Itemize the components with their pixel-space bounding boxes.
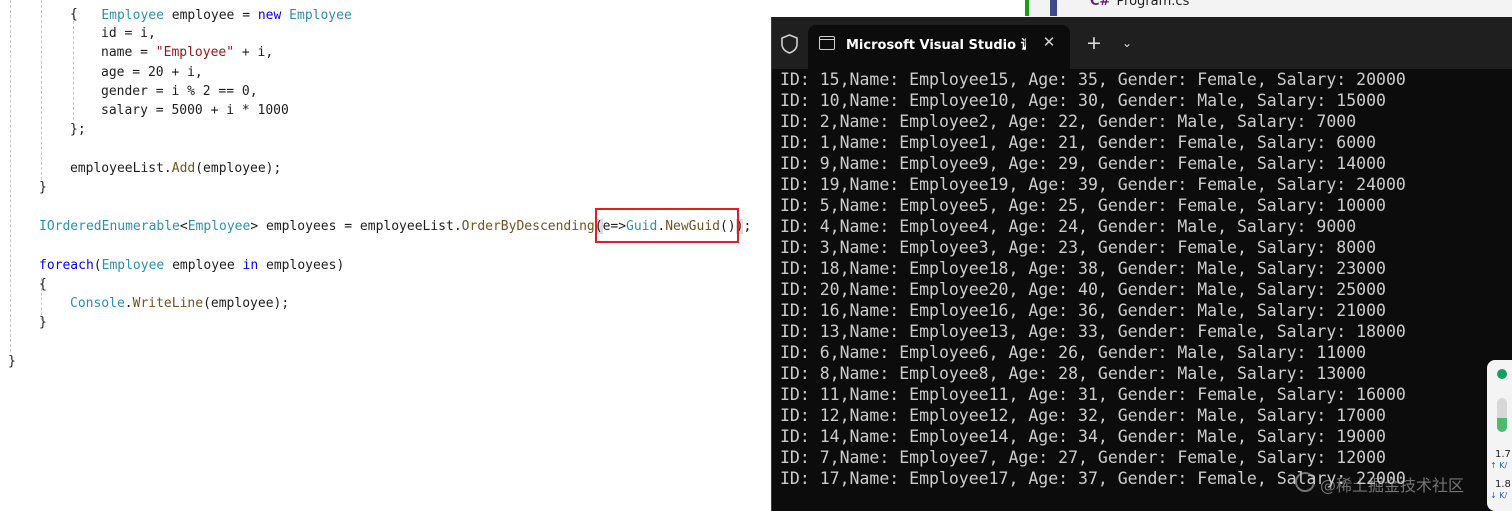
- code-token: IOrderedEnumerable: [39, 219, 180, 234]
- console-line: ID: 2,Name: Employee2, Age: 22, Gender: …: [780, 112, 1357, 131]
- code-token: "Employee": [155, 45, 235, 60]
- code-line-age: age = 20 + i,: [101, 63, 203, 82]
- code-line-close-for: }: [39, 178, 47, 197]
- code-line-foreach: foreach(Employee employee in employees): [39, 256, 344, 275]
- code-token: (employee);: [195, 161, 282, 176]
- code-token: > employees = employeeList.: [250, 219, 462, 234]
- code-line-partial: Employee employee = new Employee: [101, 8, 352, 23]
- console-line: ID: 14,Name: Employee14, Age: 34, Gender…: [780, 427, 1386, 446]
- code-token: }: [39, 315, 47, 330]
- code-token: WriteLine: [132, 296, 204, 311]
- solution-file-item[interactable]: C# Program.cs: [1090, 0, 1189, 9]
- code-line-close-init: };: [70, 120, 86, 139]
- code-token: age = 20 + i,: [101, 65, 203, 80]
- highlight-box: [595, 208, 739, 243]
- console-line: ID: 11,Name: Employee11, Age: 31, Gender…: [780, 385, 1406, 404]
- code-line-salary: salary = 5000 + i * 1000: [101, 101, 289, 120]
- code-line-open-foreach: {: [39, 275, 47, 294]
- console-line: ID: 20,Name: Employee20, Age: 40, Gender…: [780, 280, 1386, 299]
- console-line: ID: 5,Name: Employee5, Age: 25, Gender: …: [780, 196, 1386, 215]
- code-token: <: [179, 219, 188, 234]
- code-token: salary = 5000 + i * 1000: [101, 103, 289, 118]
- code-editor[interactable]: Employee employee = new Employee { id = …: [0, 0, 775, 511]
- code-token: employeeList.: [70, 161, 172, 176]
- tab-title: Microsoft Visual Studio 调试控制台: [846, 38, 1026, 53]
- console-line: ID: 8,Name: Employee8, Age: 28, Gender: …: [780, 364, 1367, 383]
- console-line: ID: 10,Name: Employee10, Age: 30, Gender…: [780, 91, 1386, 110]
- watermark-logo-icon: [1295, 472, 1315, 492]
- indent-guide: [41, 0, 42, 180]
- code-token: Employee: [187, 219, 251, 234]
- status-dot-icon: [1497, 369, 1507, 379]
- console-line: ID: 18,Name: Employee18, Age: 38, Gender…: [780, 259, 1386, 278]
- upload-speed: 1.7: [1495, 449, 1511, 460]
- code-token: (: [93, 258, 102, 273]
- download-unit: ↓ K/: [1490, 491, 1508, 500]
- code-line-close-method: }: [8, 352, 16, 371]
- console-line: ID: 16,Name: Employee16, Age: 36, Gender…: [780, 301, 1386, 320]
- code-line-add: employeeList.Add(employee);: [70, 159, 281, 178]
- code-token: };: [70, 122, 86, 137]
- console-line: ID: 12,Name: Employee12, Age: 32, Gender…: [780, 406, 1386, 425]
- console-icon: [819, 36, 835, 50]
- code-line-name: name = "Employee" + i,: [101, 43, 273, 62]
- close-icon[interactable]: ✕: [1038, 31, 1060, 53]
- code-line-open-init: {: [70, 7, 78, 22]
- watermark: @稀土掘金技术社区: [1320, 476, 1465, 495]
- code-token: name =: [101, 45, 156, 60]
- tab-bar: Microsoft Visual Studio 调试控制台 ✕ + ⌄: [772, 17, 1512, 69]
- console-line: ID: 4,Name: Employee4, Age: 24, Gender: …: [780, 217, 1357, 236]
- scrollbar-thumb[interactable]: [1050, 0, 1057, 16]
- csharp-file-icon: C#: [1090, 0, 1111, 9]
- code-token: in: [242, 258, 259, 273]
- code-token: gender = i % 2 == 0,: [101, 84, 258, 99]
- network-monitor-widget[interactable]: 1.7 ↑ K/ 1.8 ↓ K/: [1487, 360, 1512, 511]
- file-name: Program.cs: [1116, 0, 1190, 9]
- code-token: + i,: [234, 45, 274, 60]
- code-token: i: [140, 26, 148, 41]
- code-token: (employee);: [203, 296, 290, 311]
- console-line: ID: 9,Name: Employee9, Age: 29, Gender: …: [780, 154, 1386, 173]
- console-line: ID: 13,Name: Employee13, Age: 33, Gender…: [780, 322, 1406, 341]
- code-line-writeline: Console.WriteLine(employee);: [70, 294, 289, 313]
- code-token: }: [8, 354, 16, 369]
- code-line-id: id = i,: [101, 24, 156, 43]
- code-token: ;: [743, 219, 752, 234]
- status-green-bar: [1025, 0, 1029, 16]
- download-speed: 1.8: [1495, 479, 1511, 490]
- indent-guide: [10, 0, 11, 352]
- code-token: id =: [101, 26, 141, 41]
- code-token: employee: [164, 258, 243, 273]
- console-line: ID: 1,Name: Employee1, Age: 21, Gender: …: [780, 133, 1377, 152]
- terminal-window[interactable]: Microsoft Visual Studio 调试控制台 ✕ + ⌄ ID: …: [771, 17, 1512, 511]
- code-token: Console: [70, 296, 125, 311]
- code-token: .: [124, 296, 133, 311]
- chevron-down-icon[interactable]: ⌄: [1117, 32, 1137, 54]
- tab-debug-console[interactable]: Microsoft Visual Studio 调试控制台 ✕: [808, 25, 1070, 69]
- code-token: ,: [147, 26, 156, 41]
- console-output[interactable]: ID: 15,Name: Employee15, Age: 35, Gender…: [780, 69, 1505, 511]
- code-line-gender: gender = i % 2 == 0,: [101, 82, 258, 101]
- code-token: employees): [258, 258, 345, 273]
- upload-unit: ↑ K/: [1490, 461, 1508, 470]
- console-line: ID: 7,Name: Employee7, Age: 27, Gender: …: [780, 448, 1386, 467]
- shield-icon[interactable]: [780, 34, 799, 54]
- code-token: foreach: [39, 258, 94, 273]
- code-line-close-foreach: }: [39, 313, 47, 332]
- code-token: Employee: [101, 258, 165, 273]
- console-line: ID: 15,Name: Employee15, Age: 35, Gender…: [780, 70, 1406, 89]
- code-token: {: [39, 277, 47, 292]
- usage-bar: [1497, 398, 1507, 432]
- code-token: OrderByDescending: [461, 219, 595, 234]
- console-line: ID: 6,Name: Employee6, Age: 26, Gender: …: [780, 343, 1367, 362]
- code-token: Add: [171, 161, 196, 176]
- new-tab-button[interactable]: +: [1082, 32, 1106, 54]
- usage-bar-fill: [1497, 418, 1507, 432]
- console-line: ID: 3,Name: Employee3, Age: 23, Gender: …: [780, 238, 1377, 257]
- console-line: ID: 19,Name: Employee19, Age: 39, Gender…: [780, 175, 1406, 194]
- code-token: }: [39, 180, 47, 195]
